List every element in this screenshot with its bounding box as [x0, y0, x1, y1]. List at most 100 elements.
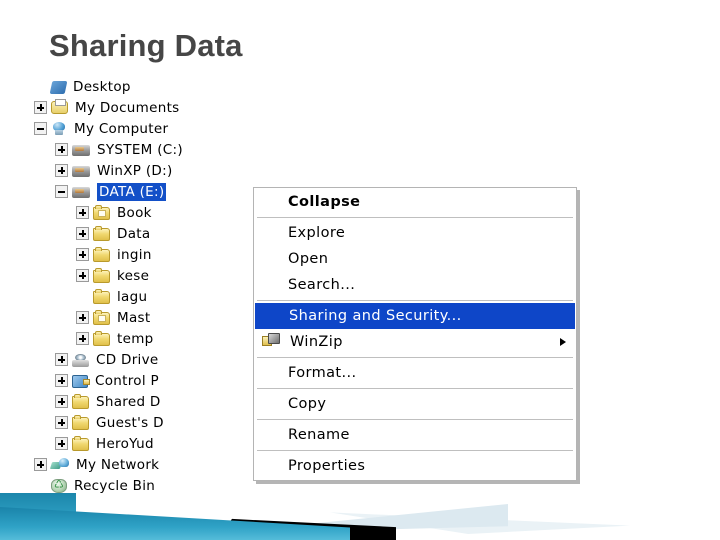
tree-item-label: CD Drive: [96, 351, 159, 368]
slide-canvas: Sharing Data Desktop My Documents My Compu…: [0, 0, 720, 540]
tree-expand-icon[interactable]: [34, 458, 47, 471]
tree-expand-icon[interactable]: [34, 101, 47, 114]
tree-item[interactable]: Desktop: [34, 76, 354, 97]
context-menu-item-label: Sharing and Security...: [289, 308, 462, 324]
tree-expand-icon[interactable]: [55, 374, 68, 387]
context-menu-item-label: Search...: [288, 277, 356, 293]
winzip-icon: [262, 333, 284, 351]
context-menu-item[interactable]: Open: [254, 246, 576, 272]
menu-item-icon-slot: [261, 307, 283, 325]
context-menu-item[interactable]: WinZip: [254, 329, 576, 355]
my-documents-icon: [51, 99, 68, 114]
tree-item-label: lagu: [117, 288, 148, 305]
tree-collapse-icon[interactable]: [55, 185, 68, 198]
deco-white-strip: [76, 493, 720, 509]
cd-drive-icon: [72, 353, 89, 367]
tree-expand-icon[interactable]: [55, 164, 68, 177]
menu-separator: [257, 388, 573, 389]
menu-separator: [257, 300, 573, 301]
folder-icon: [93, 288, 110, 304]
context-menu-item[interactable]: Rename: [254, 422, 576, 448]
tree-expand-icon[interactable]: [76, 227, 89, 240]
context-menu-item[interactable]: Properties: [254, 453, 576, 479]
menu-item-icon-slot: [260, 224, 282, 242]
menu-separator: [257, 419, 573, 420]
folder-icon: [72, 435, 89, 451]
tree-item-label: Recycle Bin: [74, 477, 156, 494]
tree-item-label: Shared D: [96, 393, 161, 410]
tree-item-label: Book: [117, 204, 152, 221]
menu-item-icon-slot: [260, 364, 282, 382]
tree-item-label: Guest's D: [96, 414, 164, 431]
tree-item-label: kese: [117, 267, 150, 284]
tree-item[interactable]: WinXP (D:): [34, 160, 354, 181]
tree-item-label: Data: [117, 225, 151, 242]
menu-item-icon-slot: [260, 426, 282, 444]
context-menu-item[interactable]: Copy: [254, 391, 576, 417]
tree-item-label: HeroYud: [96, 435, 154, 452]
context-menu-item-label: Copy: [288, 396, 327, 412]
tree-item-label: SYSTEM (C:): [97, 141, 183, 158]
tree-expand-icon[interactable]: [76, 332, 89, 345]
tree-item-label: My Documents: [75, 99, 180, 116]
page-title: Sharing Data: [49, 28, 243, 63]
tree-item[interactable]: SYSTEM (C:): [34, 139, 354, 160]
tree-item[interactable]: My Documents: [34, 97, 354, 118]
context-menu[interactable]: Collapse Explore Open Search... Sharing and …: [253, 187, 577, 481]
folder-icon: [93, 225, 110, 241]
folder-icon: [72, 393, 89, 409]
tree-item-label: temp: [117, 330, 154, 347]
tree-toggle-none-icon: [76, 290, 89, 303]
desktop-icon: [49, 80, 68, 94]
menu-item-icon-slot: [260, 395, 282, 413]
hard-drive-icon: [72, 166, 90, 177]
tree-item-label: Mast: [117, 309, 151, 326]
tree-collapse-icon[interactable]: [34, 122, 47, 135]
tree-expand-icon[interactable]: [55, 395, 68, 408]
menu-separator: [257, 450, 573, 451]
tree-expand-icon[interactable]: [76, 248, 89, 261]
tree-expand-icon[interactable]: [76, 206, 89, 219]
context-menu-item-label: Format...: [288, 365, 357, 381]
context-menu-item[interactable]: Collapse: [254, 189, 576, 215]
tree-expand-icon[interactable]: [76, 311, 89, 324]
submenu-arrow-icon: [560, 338, 566, 346]
menu-item-icon-slot: [260, 193, 282, 211]
context-menu-item-label: Collapse: [288, 194, 361, 210]
context-menu-item-label: Properties: [288, 458, 366, 474]
tree-item-label: DATA (E:): [97, 182, 167, 201]
folder-icon: [72, 414, 89, 430]
folder-document-icon: [93, 204, 110, 220]
tree-expand-icon[interactable]: [55, 437, 68, 450]
context-menu-item[interactable]: Format...: [254, 360, 576, 386]
folder-icon: [93, 246, 110, 262]
context-menu-item-label: WinZip: [290, 334, 343, 350]
tree-expand-icon[interactable]: [55, 416, 68, 429]
my-computer-icon: [51, 121, 67, 136]
context-menu-item[interactable]: Explore: [254, 220, 576, 246]
tree-expand-icon[interactable]: [55, 143, 68, 156]
menu-separator: [257, 357, 573, 358]
menu-item-icon-slot: [260, 276, 282, 294]
context-menu-item[interactable]: Search...: [254, 272, 576, 298]
control-panel-icon: [72, 374, 90, 388]
hard-drive-icon: [72, 187, 90, 198]
folder-icon: [93, 267, 110, 283]
hard-drive-icon: [72, 145, 90, 156]
menu-separator: [257, 217, 573, 218]
context-menu-item-label: Explore: [288, 225, 346, 241]
tree-item-label: My Network: [76, 456, 160, 473]
context-menu-item-label: Rename: [288, 427, 350, 443]
tree-item-label: Desktop: [73, 78, 131, 95]
tree-item-label: WinXP (D:): [97, 162, 173, 179]
tree-toggle-none-icon: [34, 479, 47, 492]
tree-item[interactable]: My Computer: [34, 118, 354, 139]
context-menu-item[interactable]: Sharing and Security...: [255, 303, 575, 329]
tree-expand-icon[interactable]: [55, 353, 68, 366]
tree-item-label: My Computer: [74, 120, 169, 137]
context-menu-item-label: Open: [288, 251, 329, 267]
folder-document-icon: [93, 309, 110, 325]
recycle-bin-icon: [51, 478, 67, 493]
menu-item-icon-slot: [260, 457, 282, 475]
tree-expand-icon[interactable]: [76, 269, 89, 282]
